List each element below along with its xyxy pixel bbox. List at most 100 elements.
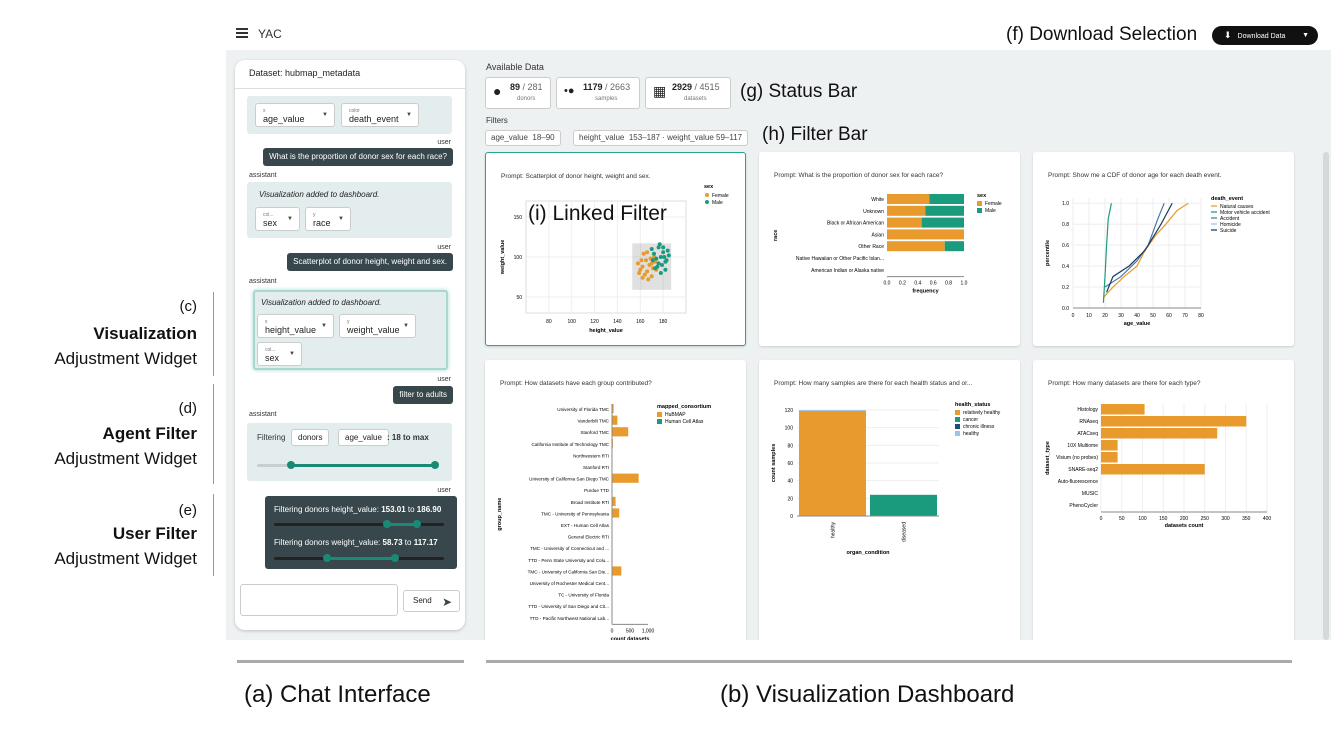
y-encoding-select[interactable]: y race ▼ (305, 207, 351, 231)
age-slider-max-handle[interactable] (431, 461, 439, 469)
chart-card-group[interactable]: Prompt: How datasets have each group con… (485, 360, 746, 640)
x-tick-label: 150 (1159, 516, 1168, 522)
y-tick-label: 20 (787, 496, 793, 502)
scatter-point (654, 256, 659, 261)
chart-card-dataset-type[interactable]: Prompt: How many datasets are there for … (1033, 360, 1294, 640)
weight-slider-max-handle[interactable] (391, 554, 399, 562)
chat-panel: Dataset: hubmap_metadata x age_value ▼ col… (235, 60, 465, 630)
group-bar-chart: University of Florida TMC Vanderbilt TMC S… (497, 404, 711, 640)
bar (1101, 440, 1118, 451)
y-tick-label: ATACseq (1077, 431, 1098, 437)
weight-slider-min-handle[interactable] (323, 554, 331, 562)
bar-segment (887, 229, 964, 240)
race-bar-chart: White Unknown Black or African American Asi… (773, 193, 1002, 295)
scatter-point (664, 258, 669, 263)
x-tick-label: 50 (1119, 516, 1125, 522)
y-tick-label: 100 (514, 255, 523, 261)
chart-card-race-sex[interactable]: Prompt: What is the proportion of donor … (759, 152, 1020, 346)
y-encoding-select[interactable]: y weight_value ▼ (339, 314, 416, 338)
available-data-label: Available Data (486, 62, 544, 72)
filter-age[interactable]: age_value 18–90 (485, 130, 561, 146)
y-tick-label: 80 (787, 443, 793, 449)
legend-title: health_status (955, 402, 990, 408)
filter-height-weight[interactable]: height_value 153–187 · weight_value 59–1… (573, 130, 749, 146)
legend-swatch (955, 417, 960, 422)
color-encoding-select[interactable]: color death_event ▼ (341, 103, 419, 127)
weight-slider-range (327, 557, 395, 560)
legend-label: HuBMAP (665, 412, 686, 418)
x-encoding-select[interactable]: x age_value ▼ (255, 103, 335, 127)
scatter-point (662, 255, 667, 259)
y-tick-label: PhenoCycler (1069, 503, 1098, 509)
field-select[interactable]: age_value (338, 429, 389, 446)
send-button[interactable]: Send ➤ (403, 590, 460, 612)
chart-card-samples[interactable]: Prompt: How many samples are there for e… (759, 360, 1020, 640)
entity-select[interactable]: donors (291, 429, 330, 446)
height-slider-max-handle[interactable] (413, 520, 421, 528)
chart-card-age-cdf[interactable]: Prompt: Show me a CDF of donor age for e… (1033, 152, 1294, 346)
scatter-point (637, 271, 642, 275)
bar (1101, 464, 1205, 475)
y-tick-label: Other Race (858, 244, 884, 250)
download-data-button[interactable]: ⬇ Download Data ▼ (1212, 26, 1318, 45)
chat-input[interactable] (240, 584, 398, 616)
scatter-point (657, 242, 662, 247)
annotation-f: (f) Download Selection (1006, 24, 1198, 45)
legend-swatch (955, 431, 960, 436)
legend-swatch (657, 419, 662, 424)
scrollbar[interactable] (1323, 152, 1329, 640)
annotation-d-title: Agent Filter (102, 424, 197, 443)
scatter-point (660, 263, 664, 267)
user-label: user (437, 376, 451, 383)
height-slider-min-handle[interactable] (383, 520, 391, 528)
legend-label: relatively healthy (963, 410, 1001, 416)
chevron-down-icon: ▼ (403, 323, 409, 329)
x-tick-label: 60 (1166, 313, 1172, 319)
height-filter-text: Filtering donors height_value: 153.01 to… (274, 505, 442, 514)
status-donors: ● 89 / 281 donors (485, 77, 551, 109)
age-slider-min-handle[interactable] (287, 461, 295, 469)
cdf-line (1102, 202, 1189, 298)
y-tick-label: TTD - Penn State University and Colu... (528, 558, 609, 563)
col-encoding-select[interactable]: col... sex ▼ (257, 342, 302, 366)
col-encoding-select[interactable]: col... sex ▼ (255, 207, 300, 231)
y-tick-label: 0.8 (1062, 222, 1069, 228)
x-tick-label: 250 (1201, 516, 1210, 522)
x-tick-label: 140 (613, 319, 622, 325)
y-tick-label: Histology (1077, 407, 1098, 413)
user-message: What is the proportion of donor sex for … (263, 148, 453, 166)
scatter-point (650, 258, 655, 263)
y-axis-label: race (773, 230, 779, 241)
x-encoding-select[interactable]: x height_value ▼ (257, 314, 334, 338)
bar-segment (925, 205, 964, 216)
legend-label: Suicide (1220, 228, 1237, 234)
scatter-point (661, 250, 666, 255)
y-tick-label: Asian (871, 232, 884, 238)
legend-swatch (955, 424, 960, 429)
x-axis-label: frequency (912, 289, 939, 295)
annotation-c-title: Visualization (93, 324, 197, 343)
legend-label: Female (985, 201, 1002, 207)
y-tick-label: TMC - University of Connecticut and ... (530, 546, 609, 551)
assistant-label: assistant (249, 278, 277, 285)
y-tick-label: University of California San Diego TMC (529, 477, 610, 482)
y-tick-label: TC - University of Florida (558, 593, 609, 598)
scatter-point (661, 245, 666, 250)
chart-card-scatter[interactable]: Prompt: Scatterplot of donor height, wei… (485, 152, 746, 346)
x-tick-label: 40 (1134, 313, 1140, 319)
menu-icon[interactable] (236, 28, 248, 38)
filters-label: Filters (486, 116, 508, 125)
user-filter-widget: Filtering donors height_value: 153.01 to… (265, 496, 457, 569)
x-tick-label: 80 (1198, 313, 1204, 319)
bar-segment (929, 194, 964, 204)
y-tick-label: University of Florida TMC (557, 407, 609, 412)
x-tick-label: 70 (1182, 313, 1188, 319)
agent-filter-widget: Filtering donors age_value : 18 to max (247, 423, 452, 481)
y-axis-label: count samples (771, 444, 777, 483)
y-tick-label: 0 (790, 514, 793, 520)
scatter-point (642, 272, 647, 277)
y-tick-label: Auto-fluorescence (1058, 479, 1099, 485)
app-window: YAC ⬇ Download Data ▼ Dataset: hubmap_met… (226, 18, 1331, 640)
legend-swatch (977, 208, 982, 213)
x-tick-label: 0.0 (884, 281, 891, 287)
